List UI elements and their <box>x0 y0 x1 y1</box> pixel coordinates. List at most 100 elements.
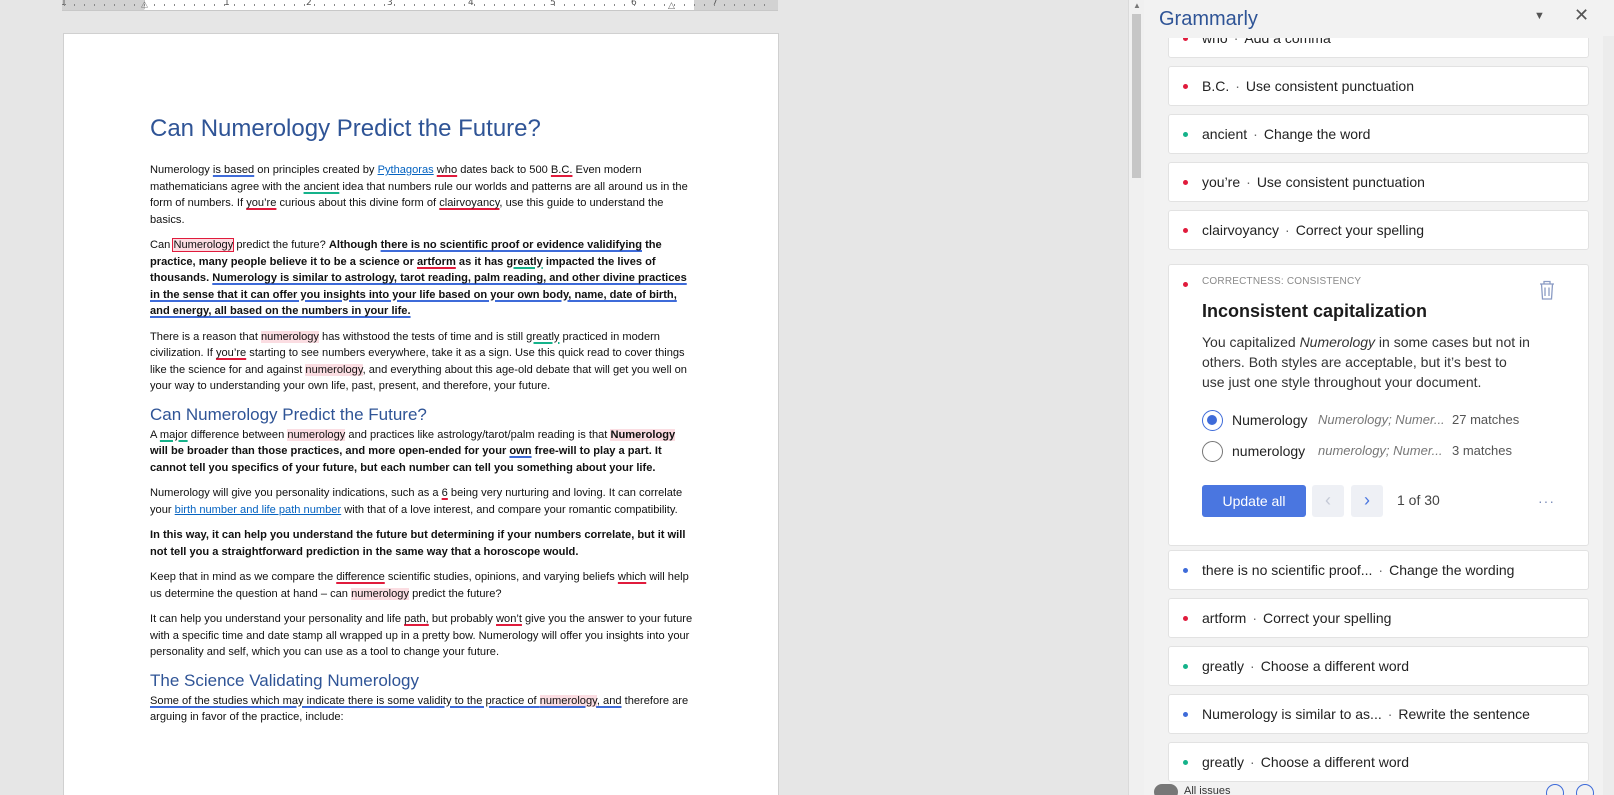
ruler-tick <box>504 4 505 6</box>
ruler-tick <box>434 4 435 6</box>
trash-icon[interactable] <box>1538 279 1556 301</box>
option-word: numerology <box>1232 443 1306 459</box>
issue-numerology-5[interactable]: numerology <box>351 587 410 600</box>
link-birth-number[interactable]: birth number and life path number <box>175 504 342 516</box>
option-matches: 3 matches <box>1452 443 1512 458</box>
issue-numerology-2[interactable]: numerology <box>305 363 363 376</box>
expanded-suggestion-card[interactable]: CORRECTNESS: CONSISTENCY Inconsistent ca… <box>1168 264 1589 546</box>
ruler-tick <box>264 4 265 6</box>
severity-dot-icon <box>1183 760 1188 765</box>
issue-path[interactable]: path, <box>404 613 429 625</box>
issue-clairvoyancy[interactable]: clairvoyancy <box>439 197 499 209</box>
ruler-tick <box>644 4 645 6</box>
ruler-tick <box>624 4 625 6</box>
suggestion-action: Add a comma <box>1244 38 1331 46</box>
issue-own[interactable]: own <box>509 445 531 457</box>
suggestion-action: Use consistent punctuation <box>1256 174 1425 190</box>
suggestion-card[interactable]: B.C. · Use consistent punctuation <box>1168 66 1589 106</box>
horizontal-ruler[interactable]: 1 1 2 3 4 5 6 7 ⏃ △ <box>61 0 778 11</box>
issue-no-proof[interactable]: there is no scientific proof or evidence… <box>381 239 642 251</box>
paragraph-8: It can help you understand your personal… <box>150 613 693 658</box>
chevron-down-icon[interactable]: ▼ <box>1534 10 1545 22</box>
ruler-tick <box>224 4 225 6</box>
issue-studies-sentence[interactable]: Some of the studies which may indicate t… <box>150 694 622 707</box>
ruler-tick <box>564 4 565 6</box>
issue-numerology-4[interactable]: Numerology <box>610 428 676 441</box>
suggestion-category: CORRECTNESS: CONSISTENCY <box>1202 276 1362 287</box>
severity-dot-icon <box>1183 664 1188 669</box>
previous-arrow-icon[interactable]: ‹ <box>1312 485 1344 517</box>
more-options-icon[interactable]: ··· <box>1538 493 1555 509</box>
suggestion-action: Use consistent punctuation <box>1245 78 1415 94</box>
issue-numerology-selected[interactable]: Numerology <box>172 238 235 252</box>
all-issues-label[interactable]: All issues <box>1184 785 1230 795</box>
ruler-tick <box>104 4 105 6</box>
suggestion-title: Inconsistent capitalization <box>1202 301 1428 321</box>
radio-selected-icon[interactable] <box>1202 410 1223 431</box>
scroll-up-arrow-icon[interactable]: ▲ <box>1133 1 1141 10</box>
panel-scrollbar[interactable] <box>1603 36 1614 795</box>
heading-2-science: The Science Validating Numerology <box>150 670 419 690</box>
suggestion-card[interactable]: Numerology is similar to as... · Rewrite t… <box>1168 694 1589 734</box>
issue-is-based[interactable]: is based <box>213 164 254 176</box>
style-option-lowercase[interactable]: numerology numerology; Numer... 3 matche… <box>1202 440 1572 464</box>
suggestion-action: Change the wording <box>1389 562 1515 578</box>
ruler-tick <box>664 4 665 6</box>
issue-difference[interactable]: difference <box>336 571 385 583</box>
issue-which[interactable]: which <box>618 571 646 583</box>
issue-who[interactable]: who <box>437 164 457 176</box>
issue-major[interactable]: major <box>160 429 188 441</box>
ruler-tick <box>204 4 205 6</box>
issue-ancient[interactable]: ancient <box>304 181 340 193</box>
issue-wont[interactable]: won’t <box>496 613 522 625</box>
ruler-tick <box>244 4 245 6</box>
info-icon[interactable] <box>1576 784 1594 795</box>
suggestion-card[interactable]: clairvoyancy · Correct your spelling <box>1168 210 1589 250</box>
suggestion-card[interactable]: you’re · Use consistent punctuation <box>1168 162 1589 202</box>
document-title: Can Numerology Predict the Future? <box>150 115 541 142</box>
document-page[interactable]: Can Numerology Predict the Future? Numer… <box>64 34 778 795</box>
panel-title: Grammarly <box>1159 8 1258 30</box>
option-matches: 27 matches <box>1452 412 1520 427</box>
ruler-tick <box>304 4 305 6</box>
issue-youre[interactable]: you’re <box>246 197 276 209</box>
suggestion-card[interactable]: greatly · Choose a different word <box>1168 646 1589 686</box>
ruler-tick <box>84 4 85 6</box>
ruler-tick <box>114 4 115 6</box>
next-arrow-icon[interactable]: › <box>1351 485 1383 517</box>
close-icon[interactable]: ✕ <box>1574 5 1589 26</box>
document-content[interactable]: Can Numerology Predict the Future? Numer… <box>150 114 695 735</box>
suggestion-card[interactable]: there is no scientific proof... · Change t… <box>1168 550 1589 590</box>
paragraph-intro: Numerology is based on principles create… <box>150 164 688 226</box>
ruler-tick <box>354 4 355 6</box>
ruler-tick <box>524 4 525 6</box>
heading-2-predict: Can Numerology Predict the Future? <box>150 404 427 424</box>
link-pythagoras[interactable]: Pythagoras <box>378 164 434 176</box>
issue-similar-sentence[interactable]: Numerology is similar to astrology, taro… <box>150 272 687 317</box>
issue-artform[interactable]: artform <box>417 256 456 268</box>
document-scrollbar[interactable]: ▲ <box>1128 0 1144 795</box>
issue-numerology[interactable]: numerology <box>261 330 319 343</box>
issue-youre-2[interactable]: you’re <box>216 347 246 359</box>
suggestion-card[interactable]: who · Add a comma <box>1168 38 1589 58</box>
severity-dot-icon <box>1183 38 1188 41</box>
suggestion-card[interactable]: artform · Correct your spelling <box>1168 598 1589 638</box>
style-option-capitalized[interactable]: Numerology Numerology; Numer... 27 match… <box>1202 409 1572 433</box>
ruler-tick <box>474 4 475 6</box>
ruler-tick <box>74 4 75 6</box>
paragraph-5: Numerology will give you personality ind… <box>150 487 683 516</box>
scrollbar-thumb[interactable] <box>1132 14 1141 178</box>
paragraph-6: In this way, it can help you understand … <box>150 529 686 558</box>
document-area: 1 1 2 3 4 5 6 7 ⏃ △ Can Numerology Predi… <box>0 0 1128 795</box>
suggestion-card[interactable]: ancient · Change the word <box>1168 114 1589 154</box>
issue-numerology-6[interactable]: numerology <box>539 694 597 707</box>
update-all-button[interactable]: Update all <box>1202 485 1306 517</box>
radio-unselected-icon[interactable] <box>1202 441 1223 462</box>
issue-bc[interactable]: B.C. <box>551 164 573 176</box>
issue-greatly-2[interactable]: greatly <box>526 331 559 343</box>
ruler-tick <box>764 4 765 6</box>
issue-numerology-3[interactable]: numerology <box>287 428 346 441</box>
suggestion-card[interactable]: greatly · Choose a different word <box>1168 742 1589 782</box>
issue-greatly[interactable]: greatly <box>506 256 542 268</box>
upload-icon[interactable] <box>1546 784 1564 795</box>
